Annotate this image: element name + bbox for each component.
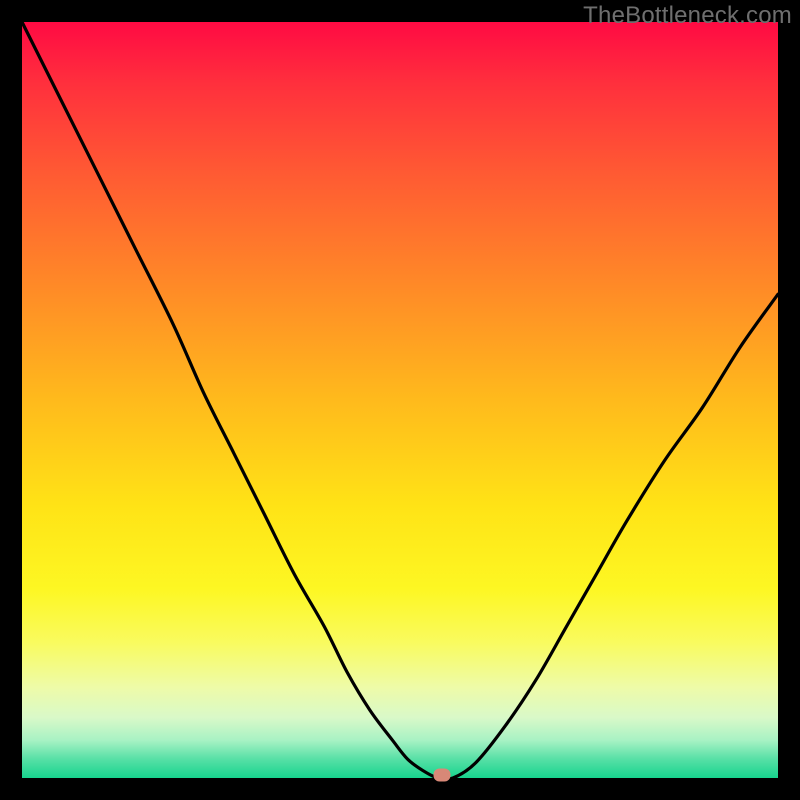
minimum-marker (433, 769, 450, 782)
plot-area (22, 22, 778, 778)
watermark-text: TheBottleneck.com (583, 2, 792, 30)
bottleneck-curve (22, 22, 778, 778)
chart-frame: TheBottleneck.com (0, 0, 800, 800)
